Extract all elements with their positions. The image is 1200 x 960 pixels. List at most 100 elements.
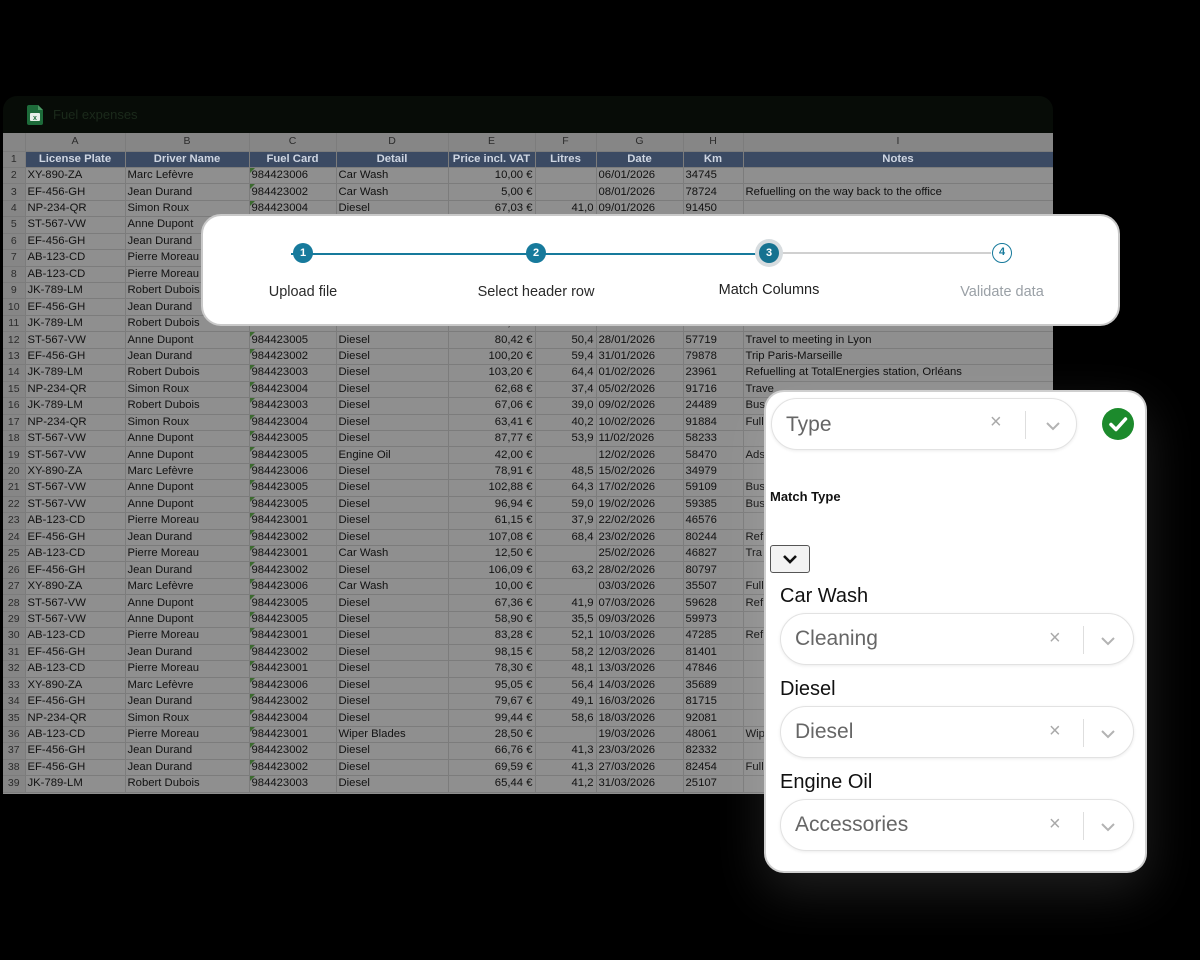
table-cell[interactable]: 81715 [683, 693, 744, 711]
table-cell[interactable]: Jean Durand [125, 742, 250, 760]
table-cell[interactable]: 984423002 [249, 693, 337, 711]
table-cell[interactable]: Jean Durand [125, 693, 250, 711]
table-cell[interactable]: 984423005 [249, 446, 337, 464]
table-cell[interactable]: 107,08 € [448, 529, 536, 547]
table-cell[interactable]: 63,41 € [448, 414, 536, 431]
table-cell[interactable]: NP-234-QR [25, 381, 126, 399]
table-cell[interactable]: Anne Dupont [125, 611, 250, 629]
table-cell[interactable]: 69,59 € [448, 759, 536, 777]
table-cell[interactable]: 24489 [683, 397, 744, 415]
table-cell[interactable]: 984423005 [249, 496, 337, 514]
table-cell[interactable]: 52,1 [535, 627, 597, 645]
table-cell[interactable]: 984423002 [249, 742, 337, 760]
table-cell[interactable]: 41,2 [535, 775, 597, 793]
table-cell[interactable]: 17/02/2026 [596, 479, 684, 497]
table-cell[interactable]: AB-123-CD [25, 512, 126, 530]
row-number[interactable]: 39 [3, 775, 26, 793]
table-cell[interactable]: 79,67 € [448, 693, 536, 711]
table-cell[interactable]: Wiper Blades [336, 726, 449, 744]
row-number[interactable]: 8 [3, 266, 26, 284]
table-cell[interactable]: 50,4 [535, 331, 597, 349]
row-number[interactable]: 37 [3, 742, 26, 760]
table-cell[interactable]: 5,00 € [448, 183, 536, 201]
table-cell[interactable]: Diesel [336, 364, 449, 382]
table-cell[interactable]: Diesel [336, 529, 449, 547]
table-cell[interactable]: 25/02/2026 [596, 545, 684, 563]
table-cell[interactable]: 40,2 [535, 414, 597, 431]
table-cell[interactable]: 46576 [683, 512, 744, 530]
table-cell[interactable]: 984423001 [249, 660, 337, 678]
table-cell[interactable]: 984423003 [249, 775, 337, 793]
row-number[interactable]: 28 [3, 594, 26, 612]
table-cell[interactable]: 80244 [683, 529, 744, 547]
table-cell[interactable]: 15/02/2026 [596, 463, 684, 481]
clear-icon[interactable]: × [990, 411, 1002, 434]
table-cell[interactable]: Travel to meeting in Lyon [743, 331, 1053, 349]
table-cell[interactable]: 984423002 [249, 348, 337, 366]
table-cell[interactable]: 59973 [683, 611, 744, 629]
table-cell[interactable]: EF-456-GH [25, 742, 126, 760]
table-cell[interactable]: 58,2 [535, 644, 597, 662]
table-cell[interactable]: 984423002 [249, 529, 337, 547]
table-cell[interactable]: 25107 [683, 775, 744, 793]
table-cell[interactable]: 58,6 [535, 709, 597, 727]
table-cell[interactable]: Diesel [336, 709, 449, 727]
table-cell[interactable]: 92081 [683, 709, 744, 727]
table-cell[interactable] [743, 167, 1053, 185]
table-cell[interactable]: 27/03/2026 [596, 759, 684, 777]
row-number[interactable]: 4 [3, 200, 26, 218]
table-cell[interactable]: 12,50 € [448, 545, 536, 563]
table-cell[interactable]: Car Wash [336, 183, 449, 201]
table-cell[interactable]: 41,3 [535, 742, 597, 760]
table-cell[interactable]: 11/02/2026 [596, 430, 684, 448]
table-cell[interactable]: 62,68 € [448, 381, 536, 399]
table-cell[interactable]: 984423005 [249, 479, 337, 497]
table-cell[interactable]: 984423005 [249, 430, 337, 448]
table-cell[interactable]: 23961 [683, 364, 744, 382]
mapping-target-select[interactable]: Cleaning × [780, 613, 1134, 665]
header-cell[interactable]: Price incl. VAT [448, 151, 536, 168]
column-letter[interactable]: C [249, 133, 337, 152]
table-cell[interactable]: 37,9 [535, 512, 597, 530]
table-cell[interactable]: Trip Paris-Marseille [743, 348, 1053, 366]
table-cell[interactable]: 78,30 € [448, 660, 536, 678]
table-cell[interactable]: Marc Lefèvre [125, 463, 250, 481]
table-cell[interactable]: Robert Dubois [125, 364, 250, 382]
table-cell[interactable]: 19/03/2026 [596, 726, 684, 744]
table-cell[interactable]: 48,1 [535, 660, 597, 678]
table-cell[interactable]: XY-890-ZA [25, 677, 126, 694]
table-cell[interactable]: 106,09 € [448, 561, 536, 579]
table-cell[interactable]: NP-234-QR [25, 709, 126, 727]
table-cell[interactable]: 78,91 € [448, 463, 536, 481]
table-cell[interactable]: Pierre Moreau [125, 512, 250, 530]
table-cell[interactable]: Diesel [336, 348, 449, 366]
table-cell[interactable]: 48061 [683, 726, 744, 744]
table-cell[interactable]: XY-890-ZA [25, 463, 126, 481]
table-cell[interactable]: AB-123-CD [25, 627, 126, 645]
table-cell[interactable]: 984423004 [249, 414, 337, 431]
table-cell[interactable]: 28/02/2026 [596, 561, 684, 579]
table-cell[interactable]: Car Wash [336, 578, 449, 596]
table-cell[interactable]: Diesel [336, 627, 449, 645]
table-cell[interactable]: 61,15 € [448, 512, 536, 530]
table-cell[interactable]: 58,90 € [448, 611, 536, 629]
row-number[interactable]: 29 [3, 611, 26, 629]
table-cell[interactable]: 10/02/2026 [596, 414, 684, 431]
table-cell[interactable]: Diesel [336, 693, 449, 711]
table-cell[interactable]: 47285 [683, 627, 744, 645]
row-number[interactable]: 10 [3, 298, 26, 316]
table-cell[interactable]: ST-567-VW [25, 594, 126, 612]
table-cell[interactable]: 09/03/2026 [596, 611, 684, 629]
row-number[interactable]: 18 [3, 430, 26, 448]
table-cell[interactable]: 58233 [683, 430, 744, 448]
table-cell[interactable]: Diesel [336, 644, 449, 662]
table-cell[interactable]: Engine Oil [336, 446, 449, 464]
mapping-target-select[interactable]: Diesel × [780, 706, 1134, 758]
chevron-down-icon[interactable] [1042, 419, 1064, 433]
row-number[interactable]: 1 [3, 151, 26, 168]
table-cell[interactable]: Diesel [336, 463, 449, 481]
table-cell[interactable]: AB-123-CD [25, 545, 126, 563]
table-cell[interactable]: Robert Dubois [125, 397, 250, 415]
table-cell[interactable]: 18/03/2026 [596, 709, 684, 727]
header-cell[interactable]: Notes [743, 151, 1053, 168]
